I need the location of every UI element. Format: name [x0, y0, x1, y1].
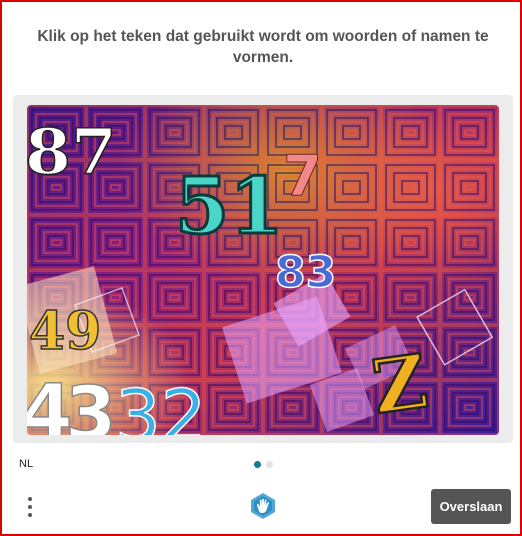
char-3[interactable]: 3 — [64, 370, 117, 435]
skip-button[interactable]: Overslaan — [431, 489, 511, 524]
challenge-image-panel: 87 51 7 83 49 Z 4 3 32 — [13, 95, 513, 443]
language-selector[interactable]: NL — [19, 458, 33, 470]
page-indicator — [254, 461, 273, 468]
char-49[interactable]: 49 — [28, 300, 102, 363]
challenge-prompt: Klik op het teken dat gebruikt wordt om … — [37, 28, 489, 66]
challenge-image[interactable]: 87 51 7 83 49 Z 4 3 32 — [27, 105, 499, 435]
char-83[interactable]: 83 — [274, 246, 337, 299]
vertical-dots-icon — [28, 497, 32, 501]
char-32[interactable]: 32 — [114, 373, 207, 435]
char-51[interactable]: 51 — [174, 160, 286, 254]
page-dot — [266, 461, 273, 468]
char-87[interactable]: 87 — [27, 115, 118, 190]
menu-button[interactable] — [22, 493, 38, 521]
page-dot-active — [254, 461, 261, 468]
char-7[interactable]: 7 — [283, 144, 323, 210]
hcaptcha-hand-icon — [247, 490, 279, 522]
captcha-frame: Klik op het teken dat gebruikt wordt om … — [0, 0, 522, 536]
